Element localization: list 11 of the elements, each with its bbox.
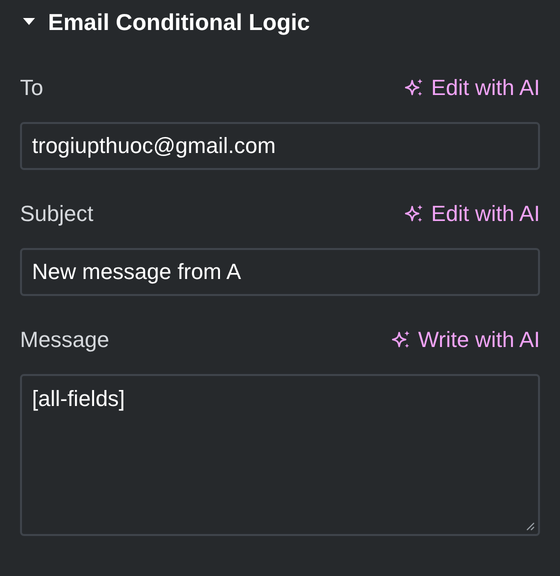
ai-button[interactable]: Edit with AI [403, 75, 540, 101]
ai-button[interactable]: Write with AI [390, 327, 540, 353]
text-field[interactable]: trogiupthuoc@gmail.com [20, 122, 540, 170]
resize-handle-icon[interactable] [525, 521, 535, 531]
field-label: Subject [20, 201, 94, 227]
field-label: To [20, 75, 44, 101]
section-title[interactable]: Email Conditional Logic [48, 8, 310, 36]
ai-button[interactable]: Edit with AI [403, 201, 540, 227]
text-field[interactable]: New message from A [20, 248, 540, 296]
message-field[interactable]: [all-fields] [20, 374, 540, 536]
field-label: Message [20, 327, 110, 353]
